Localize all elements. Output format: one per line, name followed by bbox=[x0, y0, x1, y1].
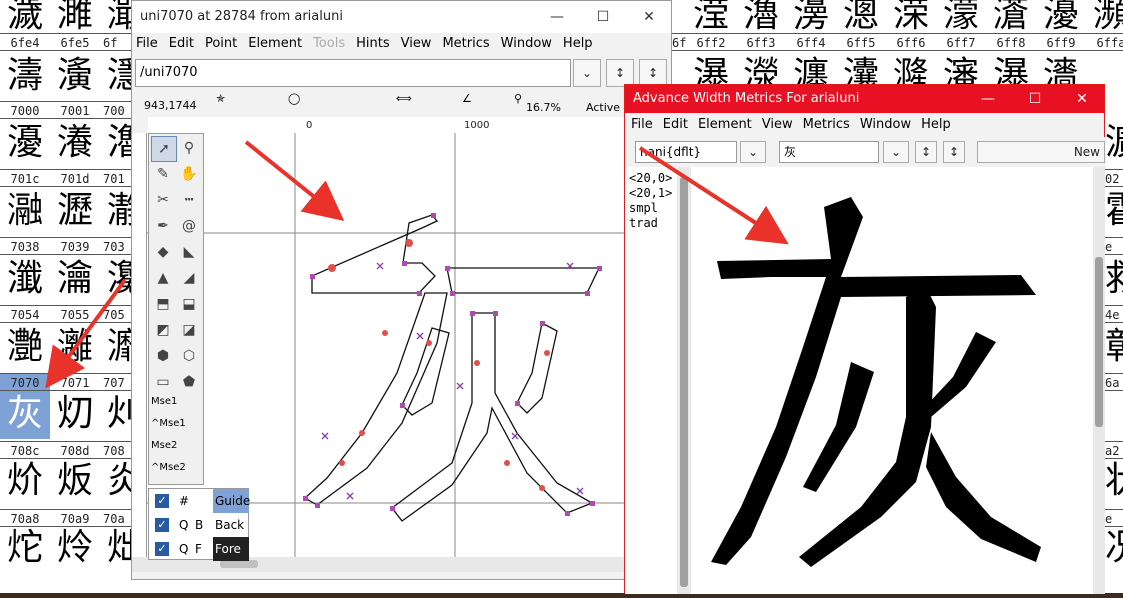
annotation-arrows bbox=[45, 140, 789, 389]
